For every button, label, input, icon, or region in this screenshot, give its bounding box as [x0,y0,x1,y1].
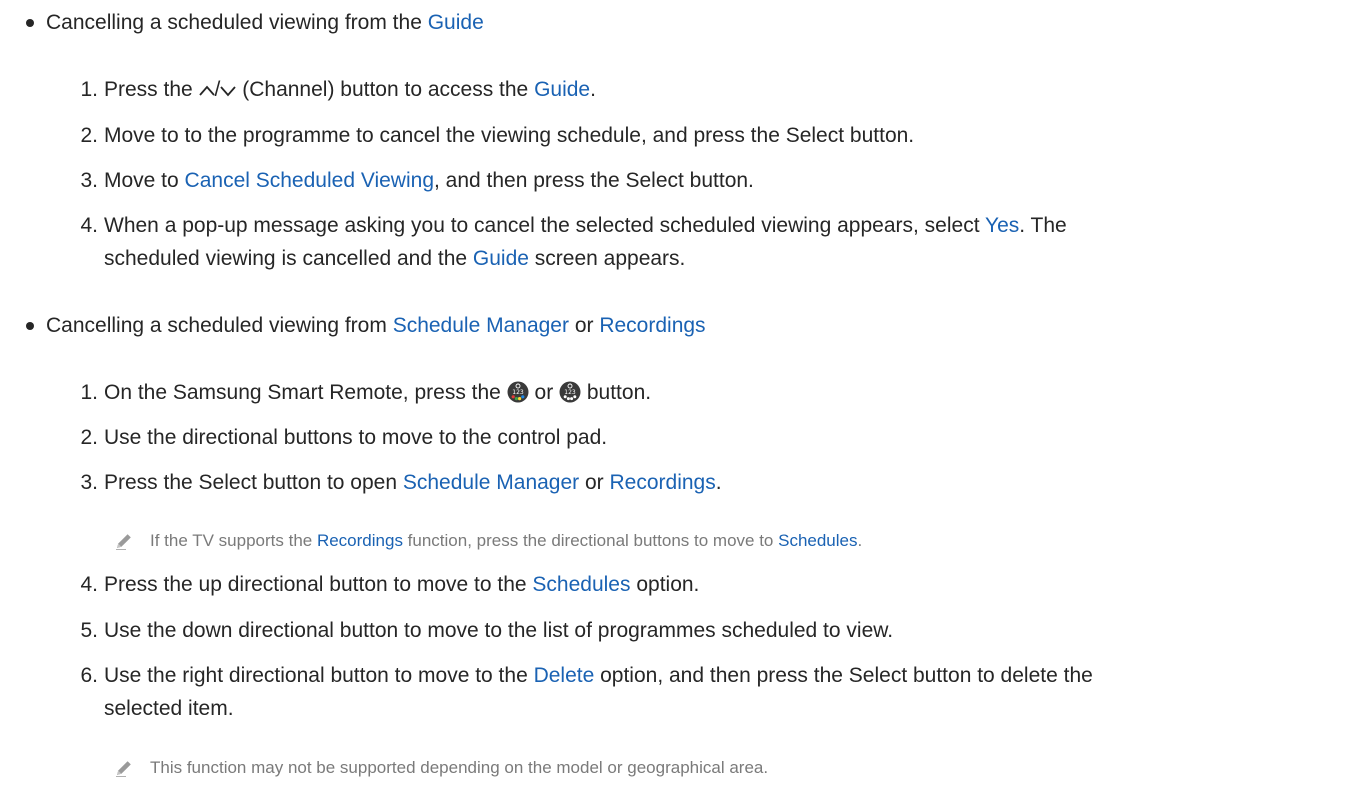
bullet-dot [26,322,34,330]
step-text: , and then press the Select button. [434,169,754,192]
step-number: 2. [80,426,98,449]
yes-link[interactable]: Yes [985,214,1019,237]
step-text: When a pop-up message asking you to canc… [104,214,985,237]
step-text: option, and then press the Select button… [594,664,1093,687]
step-text: Use the down directional button to move … [104,619,894,642]
recordings-link[interactable]: Recordings [610,471,716,494]
channel-up-icon [198,85,215,96]
svg-text:123: 123 [564,389,576,396]
bullet-text: Cancelling a scheduled viewing from [46,314,393,337]
step-text: or [579,471,610,494]
step-number: 2. [80,124,98,147]
bullet-text: Cancelling a scheduled viewing from the [46,11,428,34]
note-text: This function may not be supported depen… [150,758,769,777]
channel-down-icon [220,86,237,97]
bullet-text: or [568,314,600,337]
step-text: Move to [104,169,185,192]
123-color-button-icon: 123 [507,381,529,403]
bullet-dot [26,19,34,27]
step-text: scheduled viewing is cancelled and the [104,247,473,270]
step-number: 3. [80,169,98,192]
step-number: 1. [80,78,98,101]
step-text: option. [630,573,700,596]
cancel-scheduled-viewing-link[interactable]: Cancel Scheduled Viewing [185,169,434,192]
delete-link[interactable]: Delete [534,664,595,687]
step-text: Use the directional buttons to move to t… [104,426,608,449]
schedule-manager-link[interactable]: Schedule Manager [393,314,569,337]
step-text: button. [581,381,652,404]
step-text: Press the Select button to open [104,471,403,494]
guide-link[interactable]: Guide [473,247,529,270]
step-text: On the Samsung Smart Remote, press the [104,381,507,404]
step-text: . The [1019,214,1067,237]
schedules-link[interactable]: Schedules [532,573,630,596]
step-text: or [528,381,560,404]
123-button-icon: 123 [559,381,581,403]
step-number: 3. [80,471,98,494]
step-number: 6. [80,664,98,687]
step-text: (Channel) button to access the [236,78,535,101]
step-text: Move to to the programme to cancel the v… [104,124,915,147]
svg-text:123: 123 [512,389,524,396]
step-number: 4. [80,573,98,596]
punctuation: . [857,531,863,550]
schedule-manager-link[interactable]: Schedule Manager [403,471,579,494]
recordings-link[interactable]: Recordings [599,314,705,337]
pencil-note-icon [116,534,131,550]
step-number: 4. [80,214,98,237]
punctuation: . [715,471,722,494]
schedules-link[interactable]: Schedules [778,531,857,550]
pencil-note-icon [116,761,131,777]
step-text: Use the right directional button to move… [104,664,534,687]
step-text: Press the [104,78,199,101]
recordings-link[interactable]: Recordings [317,531,403,550]
step-text: Press the up directional button to move … [104,573,533,596]
step-text: selected item. [104,697,234,720]
note-text: function, press the directional buttons … [402,531,779,550]
punctuation: . [590,78,596,101]
step-number: 1. [80,381,98,404]
guide-link[interactable]: Guide [428,11,484,34]
step-number: 5. [80,619,98,642]
step-text: screen appears. [528,247,686,270]
guide-link[interactable]: Guide [534,78,590,101]
note-text: If the TV supports the [150,531,317,550]
